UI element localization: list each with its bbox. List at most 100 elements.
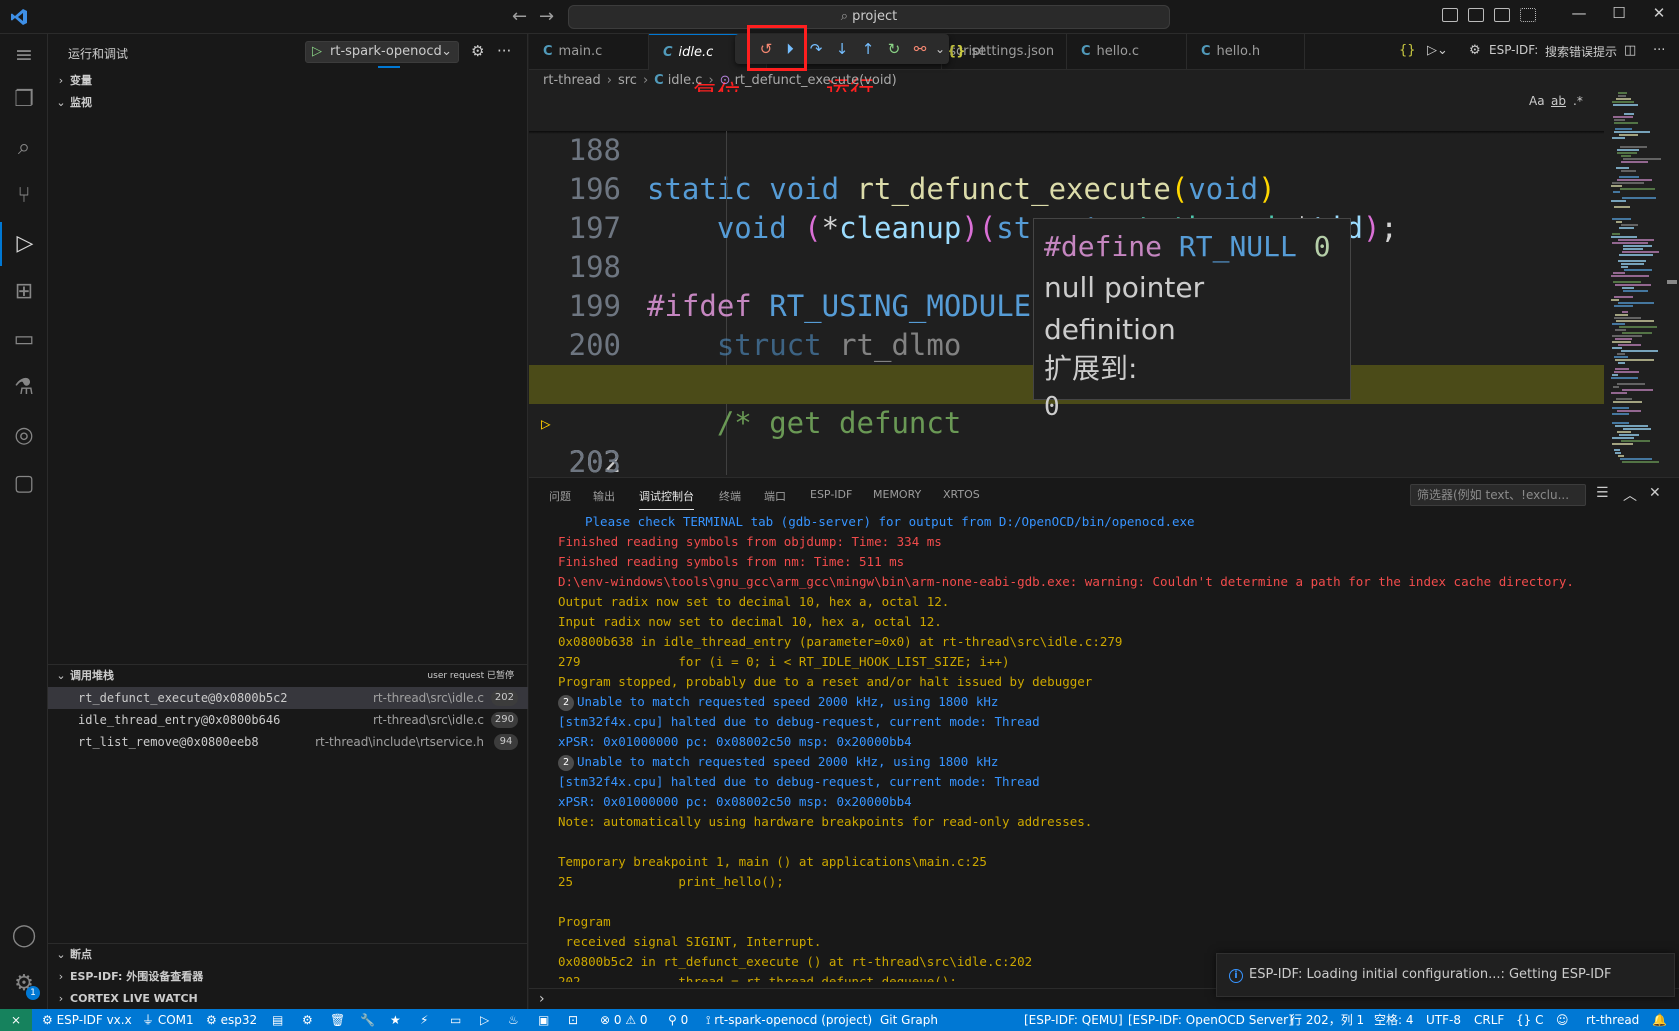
maximize-button[interactable]: ☐ <box>1599 4 1639 22</box>
run-debug-icon[interactable]: ▷ <box>0 222 48 266</box>
minimap[interactable] <box>1609 92 1665 475</box>
tab-esp-idf[interactable]: ESP-IDF <box>810 488 852 501</box>
code-line[interactable]: 197 <box>529 170 1604 245</box>
command-center-search[interactable]: ⌕ project <box>568 5 1170 29</box>
section-peripherals[interactable]: › ESP-IDF: 外围设备查看器 <box>48 966 528 988</box>
esp-idf-version[interactable]: ⚙ ESP-IDF vx.x <box>42 1009 132 1031</box>
copilot-icon[interactable]: ☺ <box>1556 1009 1569 1031</box>
tab-output[interactable]: 输出 <box>593 488 615 504</box>
extensions-icon[interactable]: ⊞ <box>0 270 48 314</box>
launch-config-select[interactable]: ▷ rt-spark-openocd ⌄ <box>305 41 459 63</box>
disconnect-icon[interactable]: ⚯ <box>909 39 931 59</box>
step-over-icon[interactable]: ↷ <box>805 39 827 59</box>
menuconfig-gear-icon[interactable]: ⚙ <box>302 1009 313 1031</box>
close-button[interactable]: ✕ <box>1639 4 1679 22</box>
flash-star-icon[interactable]: ★ <box>390 1009 401 1031</box>
console-filter-input[interactable]: 筛选器(例如 text、!exclu... <box>1410 484 1586 506</box>
more-actions-icon[interactable]: ··· <box>1653 43 1665 58</box>
workspace-name[interactable]: rt-thread <box>1586 1009 1639 1031</box>
maximize-panel-icon[interactable]: ︿ <box>1623 485 1637 505</box>
chevron-down-icon[interactable]: ⌄ <box>929 39 951 59</box>
tab-xrtos[interactable]: XRTOS <box>943 488 980 501</box>
editor-scrollbar[interactable] <box>1665 92 1679 475</box>
notifications-bell-icon[interactable]: 🔔 <box>1652 1009 1667 1031</box>
run-dropdown-icon[interactable]: ▷⌄ <box>1427 43 1448 58</box>
clear-console-icon[interactable]: ☰ <box>1596 485 1609 501</box>
tab-ports[interactable]: 端口 <box>764 488 786 504</box>
git-graph-button[interactable]: Git Graph <box>880 1009 938 1031</box>
json-outline-icon[interactable]: {} <box>1399 43 1416 58</box>
tab-memory[interactable]: MEMORY <box>873 488 921 501</box>
more-actions-icon[interactable]: ··· <box>497 42 511 60</box>
explorer-icon[interactable]: ❐ <box>0 78 48 122</box>
full-clean-trash-icon[interactable]: 🗑 <box>330 1009 345 1031</box>
back-button[interactable]: ← <box>512 6 527 27</box>
esp-settings-gear-icon[interactable]: ⚙ <box>1469 43 1481 58</box>
language-mode[interactable]: {} C <box>1516 1009 1543 1031</box>
section-watch[interactable]: ⌄ 监视 <box>48 92 528 114</box>
tab-debug-console[interactable]: 调试控制台 <box>639 488 694 510</box>
esp-search-hint[interactable]: 搜索错误提示 <box>1545 43 1617 60</box>
match-word-icon[interactable]: ab <box>1551 94 1566 108</box>
breadcrumb-symbol[interactable]: rt_defunct_execute(void) <box>735 73 897 88</box>
code-line[interactable]: 196 void (*cleanup)(struct rt_thread *ti… <box>529 131 1604 245</box>
build-wrench-icon[interactable]: 🔧 <box>360 1009 375 1031</box>
monitor-icon[interactable]: ▭ <box>450 1009 461 1031</box>
breadcrumb-file[interactable]: idle.c <box>668 73 703 88</box>
settings-gear-icon[interactable]: ⚙ <box>471 42 484 60</box>
close-panel-icon[interactable]: ✕ <box>1649 485 1661 501</box>
problems-count[interactable]: ⊗ 0 ⚠ 0 <box>600 1009 648 1031</box>
section-breakpoints[interactable]: ⌄ 断点 <box>48 944 528 966</box>
testing-icon[interactable]: ⚗ <box>0 366 48 410</box>
indentation[interactable]: 空格: 4 <box>1374 1009 1414 1031</box>
manage-gear-icon[interactable]: ⚙ 1 <box>0 962 48 1006</box>
tab-problems[interactable]: 问题 <box>549 488 571 504</box>
callstack-frame[interactable]: rt_list_remove@0x0800eeb8 rt-thread\incl… <box>48 731 528 753</box>
accounts-icon[interactable]: ◯ <box>0 914 48 958</box>
minimize-button[interactable]: — <box>1559 4 1599 22</box>
run-task-icon[interactable]: ⊡ <box>568 1009 578 1031</box>
step-out-icon[interactable]: ↑ <box>857 39 879 59</box>
start-debug-icon[interactable]: ▷ <box>312 44 322 59</box>
cursor-position[interactable]: 行 202，列 1 <box>1290 1009 1364 1031</box>
forward-button[interactable]: → <box>539 6 554 27</box>
tab-main-c[interactable]: Cmain.c <box>529 34 649 70</box>
build-flash-monitor-flame-icon[interactable]: ♨ <box>508 1009 519 1031</box>
callstack-frame[interactable]: rt_defunct_execute@0x0800b5c2 rt-thread\… <box>48 687 528 709</box>
code-line[interactable]: 204 { <box>529 443 1604 475</box>
file-encoding[interactable]: UTF-8 <box>1426 1009 1461 1031</box>
esp-openocd-status[interactable]: [ESP-IDF: OpenOCD Server] <box>1128 1009 1293 1031</box>
tab-settings-json[interactable]: {} settings.json <box>933 34 1067 70</box>
esp-idf-icon[interactable]: ◎ <box>0 414 48 458</box>
regex-icon[interactable]: .* <box>1573 94 1583 108</box>
debug-console-output[interactable]: Please check TERMINAL tab (gdb-server) f… <box>529 512 1679 982</box>
breadcrumb-folder[interactable]: src <box>618 73 637 88</box>
match-case-icon[interactable]: Aa <box>1529 94 1545 108</box>
chat-icon[interactable]: ▢ <box>0 462 48 506</box>
breadcrumb-root[interactable]: rt-thread <box>543 73 601 88</box>
tab-hello-h[interactable]: Chello.h <box>1187 34 1305 70</box>
ports-forwarded[interactable]: ⚲ 0 <box>668 1009 688 1031</box>
sdk-config-icon[interactable]: ▤ <box>272 1009 283 1031</box>
debug-config-status[interactable]: ⟟ rt-spark-openocd (project) <box>706 1009 872 1031</box>
flash-lightning-icon[interactable]: ⚡ <box>420 1009 428 1031</box>
section-callstack[interactable]: ⌄ 调用堆栈 user request 已暂停 <box>48 665 528 687</box>
notification-toast[interactable]: i ESP-IDF: Loading initial configuration.… <box>1216 953 1675 1024</box>
tab-terminal[interactable]: 终端 <box>719 488 741 504</box>
toggle-panel-icon[interactable] <box>1468 8 1484 22</box>
split-editor-icon[interactable]: ◫ <box>1624 43 1636 58</box>
toggle-sidebar-icon[interactable] <box>1442 8 1458 22</box>
debug-icon[interactable]: ▷ <box>480 1009 489 1031</box>
search-icon[interactable]: ⌕ <box>0 126 48 170</box>
terminal-icon[interactable]: ▣ <box>538 1009 549 1031</box>
restart-icon[interactable]: ↻ <box>883 39 905 59</box>
customize-layout-icon[interactable] <box>1520 8 1536 22</box>
section-variables[interactable]: › 变量 <box>48 70 528 92</box>
code-line-sticky[interactable]: 188 static void rt_defunct_execute(void) <box>529 92 1604 206</box>
esp-qemu-status[interactable]: [ESP-IDF: QEMU] <box>1024 1009 1123 1031</box>
toggle-secondary-sidebar-icon[interactable] <box>1494 8 1510 22</box>
callstack-frame[interactable]: idle_thread_entry@0x0800b646 rt-thread\s… <box>48 709 528 731</box>
source-control-icon[interactable]: ⑂ <box>0 174 48 218</box>
menu-icon[interactable]: ≡ <box>0 34 48 78</box>
end-of-line[interactable]: CRLF <box>1474 1009 1504 1031</box>
